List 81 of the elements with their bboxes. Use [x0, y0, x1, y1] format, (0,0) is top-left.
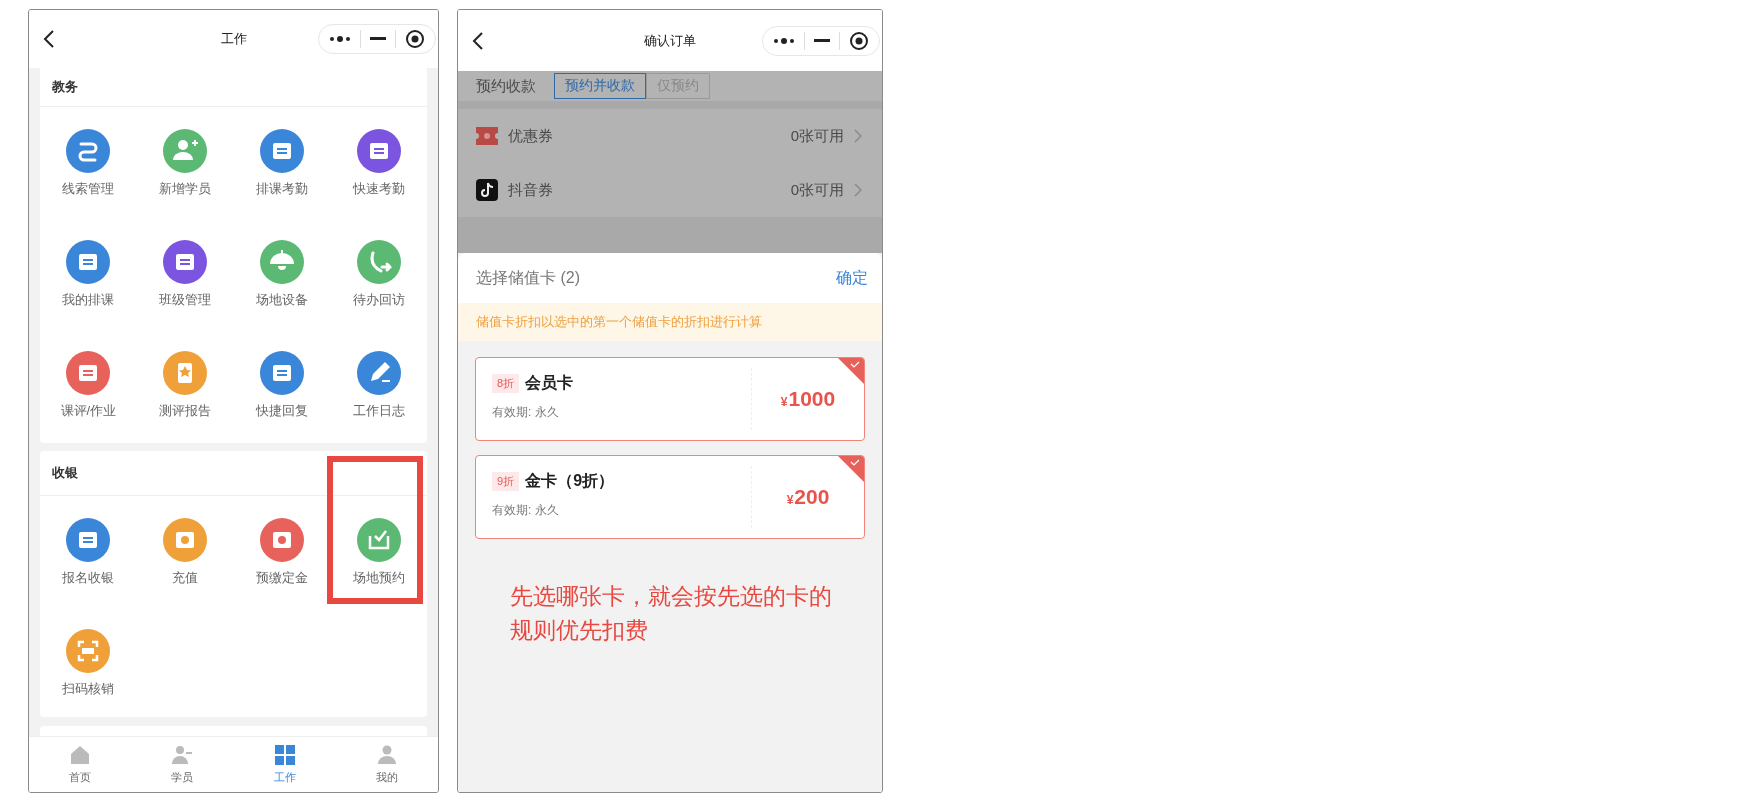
function-label[interactable]: 充值: [172, 569, 199, 586]
home-icon: [69, 744, 92, 766]
function-label[interactable]: 预缴定金: [255, 569, 308, 586]
lamp-icon[interactable]: [259, 240, 304, 284]
function-label[interactable]: 排课考勤: [255, 180, 308, 197]
stored-value-card[interactable]: 8折 会员卡 有效期: 永久 ¥1000: [475, 357, 865, 441]
voucher-label: 抖音券: [508, 180, 553, 200]
card-name: 金卡（9折）: [525, 471, 615, 491]
tab-label: 我的: [375, 770, 398, 785]
section-title: 教务: [52, 78, 78, 96]
function-label[interactable]: 场地设备: [255, 291, 308, 308]
discount-tag: 8折: [492, 374, 520, 393]
function-label[interactable]: 快速考勤: [352, 180, 405, 197]
chevron-right-icon: [854, 129, 862, 143]
function-label[interactable]: 新增学员: [159, 180, 212, 197]
tab-label: 学员: [171, 770, 194, 785]
card-balance: ¥200: [786, 485, 830, 509]
music-note-icon: [476, 179, 498, 201]
stored-value-card[interactable]: 9折 金卡（9折） 有效期: 永久 ¥200: [475, 455, 865, 539]
tab[interactable]: 工作: [233, 737, 336, 792]
tab[interactable]: 学员: [131, 737, 234, 792]
notice-text: 储值卡折扣以选中的第一个储值卡的折扣进行计算: [476, 313, 762, 331]
chevron-right-icon: [854, 183, 862, 197]
page-title: 工作: [220, 30, 247, 48]
tab-label: 工作: [273, 770, 296, 785]
capsule-menu[interactable]: [318, 24, 436, 54]
add-user-icon[interactable]: [163, 129, 208, 173]
minimize-icon[interactable]: [370, 37, 386, 41]
close-icon[interactable]: [404, 29, 425, 49]
minimize-icon[interactable]: [814, 38, 830, 43]
back-icon[interactable]: [43, 29, 55, 49]
validity-text: 有效期: 永久: [492, 404, 560, 421]
tab-label: 首页: [69, 770, 92, 785]
card-name: 会员卡: [525, 373, 574, 393]
list-icon[interactable]: [66, 518, 111, 562]
discount-tag: 9折: [492, 472, 520, 491]
voucher-count: 0张可用: [790, 180, 844, 200]
person-icon: [375, 744, 398, 766]
voucher-row[interactable]: 优惠券 0张可用: [458, 109, 882, 163]
function-label[interactable]: 线索管理: [62, 180, 115, 197]
function-label[interactable]: 快捷回复: [255, 402, 308, 419]
validity-text: 有效期: 永久: [492, 502, 560, 519]
function-label[interactable]: 测评报告: [159, 402, 212, 419]
capsule-menu[interactable]: [762, 25, 880, 56]
function-label[interactable]: 工作日志: [352, 402, 405, 419]
voucher-count: 0张可用: [790, 126, 844, 146]
tab[interactable]: 首页: [29, 737, 132, 792]
selected-corner-icon: [838, 358, 864, 384]
check-box-icon[interactable]: [356, 518, 401, 562]
function-label[interactable]: 待办回访: [352, 291, 405, 308]
voucher-row[interactable]: 抖音券 0张可用: [458, 163, 882, 217]
function-label[interactable]: 报名收银: [62, 569, 115, 586]
list-icon[interactable]: [66, 351, 111, 395]
pencil-icon[interactable]: [356, 351, 401, 395]
phone-icon[interactable]: [356, 240, 401, 284]
voucher-label: 优惠券: [508, 126, 553, 146]
ticket-icon: [476, 127, 498, 145]
route-icon[interactable]: [66, 129, 111, 173]
function-label[interactable]: 课评/作业: [60, 402, 117, 419]
star-badge-icon[interactable]: [163, 351, 208, 395]
function-label[interactable]: 我的排课: [62, 291, 115, 308]
card-balance: ¥1000: [780, 387, 836, 411]
user-icon: [171, 744, 194, 766]
back-icon[interactable]: [472, 30, 484, 51]
annotation-text: 先选哪张卡，就会按先选的卡的规则优先扣费: [510, 582, 833, 645]
section-title: 收银: [52, 464, 78, 482]
more-icon[interactable]: [329, 35, 352, 43]
more-icon[interactable]: [773, 36, 796, 45]
selected-corner-icon: [838, 456, 864, 482]
confirm-button[interactable]: 确定: [836, 267, 868, 289]
sheet-title: 选择储值卡 (2): [476, 267, 580, 288]
grid-icon: [273, 744, 296, 766]
function-label[interactable]: 场地预约: [352, 569, 405, 586]
list-card-icon[interactable]: [66, 240, 111, 284]
booking-label: 预约收款: [476, 76, 536, 96]
close-icon[interactable]: [848, 30, 869, 51]
page-title: 确认订单: [644, 31, 696, 50]
function-label[interactable]: 扫码核销: [62, 680, 115, 697]
tab[interactable]: 我的: [335, 737, 438, 792]
scan-icon[interactable]: [66, 629, 111, 673]
function-label[interactable]: 班级管理: [159, 291, 212, 308]
